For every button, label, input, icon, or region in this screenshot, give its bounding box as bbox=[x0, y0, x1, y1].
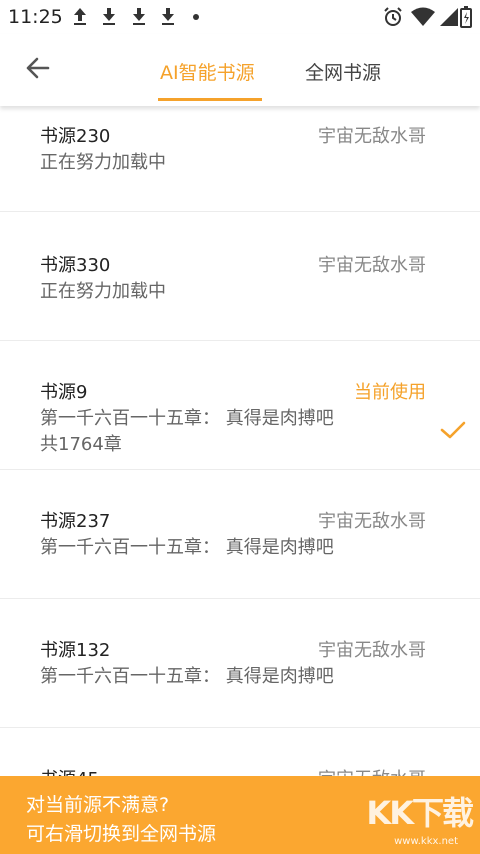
source-list-item[interactable]: 书源45 宇宙无敌水哥 bbox=[0, 727, 480, 776]
download-icon bbox=[162, 8, 174, 25]
source-name: 书源132 bbox=[40, 640, 111, 661]
source-name: 书源237 bbox=[40, 511, 111, 532]
source-name: 书源330 bbox=[40, 255, 111, 276]
source-latest-chapter: 第一千六百一十五章： 真得是肉搏吧 bbox=[40, 408, 334, 429]
battery-icon bbox=[460, 6, 472, 28]
check-icon bbox=[440, 421, 466, 439]
switch-source-banner[interactable]: 对当前源不满意? 可右滑切换到全网书源 KK下载 www.kkx.net bbox=[0, 776, 480, 854]
watermark-url: www.kkx.net bbox=[394, 836, 458, 847]
source-list-item[interactable]: 书源132 宇宙无敌水哥 第一千六百一十五章： 真得是肉搏吧 bbox=[0, 598, 480, 728]
status-time: 11:25 bbox=[8, 6, 63, 28]
source-list-item[interactable]: 书源237 宇宙无敌水哥 第一千六百一十五章： 真得是肉搏吧 bbox=[0, 469, 480, 599]
source-name: 书源9 bbox=[40, 382, 88, 403]
banner-line-2: 可右滑切换到全网书源 bbox=[26, 823, 217, 845]
source-name: 书源230 bbox=[40, 126, 111, 147]
status-bar: 11:25 bbox=[0, 0, 480, 34]
banner-line-1: 对当前源不满意? bbox=[26, 794, 170, 816]
source-list-item-current[interactable]: 书源9 当前使用 第一千六百一十五章： 真得是肉搏吧 共1764章 bbox=[0, 340, 480, 470]
app-bar: AI智能书源 全网书源 bbox=[0, 34, 480, 106]
source-chapter-count: 共1764章 bbox=[40, 434, 122, 455]
upload-icon bbox=[74, 8, 86, 25]
cellular-signal-icon bbox=[440, 8, 458, 26]
alarm-icon bbox=[384, 7, 402, 26]
download-icon bbox=[103, 8, 115, 25]
source-latest-chapter: 第一千六百一十五章： 真得是肉搏吧 bbox=[40, 537, 334, 558]
tab-ai-sources[interactable]: AI智能书源 bbox=[160, 58, 255, 85]
tab-all-sources[interactable]: 全网书源 bbox=[305, 58, 381, 85]
source-list: 书源230 宇宙无敌水哥 正在努力加载中 书源330 宇宙无敌水哥 正在努力加载… bbox=[0, 106, 480, 776]
watermark-logo: KK下载 bbox=[366, 794, 474, 832]
source-author: 宇宙无敌水哥 bbox=[318, 126, 426, 147]
source-author: 宇宙无敌水哥 bbox=[318, 765, 426, 776]
download-icon bbox=[133, 8, 145, 25]
source-latest-chapter: 正在努力加载中 bbox=[40, 281, 166, 302]
source-author: 宇宙无敌水哥 bbox=[318, 640, 426, 661]
back-arrow-icon[interactable] bbox=[22, 52, 54, 84]
source-author: 宇宙无敌水哥 bbox=[318, 255, 426, 276]
source-name: 书源45 bbox=[40, 765, 99, 776]
current-use-label: 当前使用 bbox=[354, 382, 426, 403]
notification-dot-icon bbox=[193, 14, 199, 20]
source-latest-chapter: 第一千六百一十五章： 真得是肉搏吧 bbox=[40, 666, 334, 687]
source-latest-chapter: 正在努力加载中 bbox=[40, 152, 166, 173]
source-author: 宇宙无敌水哥 bbox=[318, 511, 426, 532]
source-list-item[interactable]: 书源330 宇宙无敌水哥 正在努力加载中 bbox=[0, 211, 480, 341]
source-list-item[interactable]: 书源230 宇宙无敌水哥 正在努力加载中 bbox=[0, 106, 480, 212]
wifi-icon bbox=[411, 7, 435, 26]
active-tab-indicator bbox=[158, 98, 262, 101]
